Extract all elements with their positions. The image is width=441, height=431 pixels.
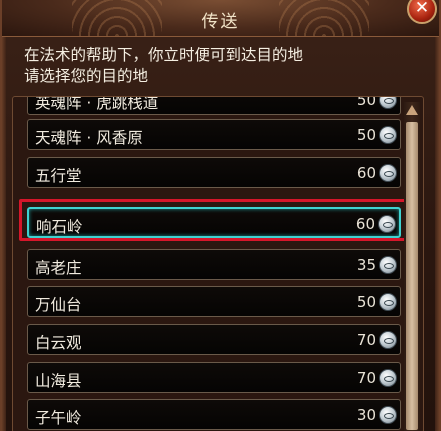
destination-name: 响石岭 — [36, 218, 83, 236]
destination-price: 50 — [356, 126, 376, 144]
intro-line-2: 请选择您的目的地 — [24, 67, 149, 85]
destination-price: 50 — [356, 96, 376, 109]
destination-name: 五行堂 — [35, 167, 82, 185]
destination-row[interactable]: 英魂阵 · 虎跳栈道 50 — [27, 96, 401, 115]
list-scrollbar[interactable] — [404, 102, 420, 431]
destination-row[interactable]: 山海县 70 — [27, 362, 401, 393]
destination-row[interactable]: 天魂阵 · 风香原 50 — [27, 119, 401, 150]
destination-price: 70 — [356, 369, 376, 387]
window-left-border — [2, 0, 6, 431]
silver-coin-icon — [379, 97, 397, 109]
destination-price: 60 — [356, 164, 376, 182]
title-bar: 传送 ✕ — [2, 0, 439, 37]
destination-list: 英魂阵 · 虎跳栈道 50 天魂阵 · 风香原 50 五行堂 60 响石岭 60… — [12, 96, 424, 431]
intro-text: 在法术的帮助下，你立时便可到达目的地 请选择您的目的地 — [24, 45, 303, 87]
destination-price: 35 — [356, 256, 376, 274]
destination-price: 60 — [355, 215, 375, 233]
intro-line-1: 在法术的帮助下，你立时便可到达目的地 — [24, 46, 304, 64]
destination-name: 英魂阵 · 虎跳栈道 — [35, 96, 159, 112]
destination-name: 高老庄 — [35, 259, 82, 277]
destination-name: 万仙台 — [35, 296, 82, 314]
destination-row[interactable]: 白云观 70 — [27, 324, 401, 355]
silver-coin-icon — [379, 126, 397, 144]
destination-name: 山海县 — [35, 372, 82, 390]
scroll-thumb[interactable] — [406, 122, 418, 430]
destination-row[interactable]: 五行堂 60 — [27, 157, 401, 188]
close-x-icon: ✕ — [414, 0, 430, 18]
destination-price: 30 — [356, 406, 376, 424]
destination-name: 子午岭 — [35, 409, 82, 427]
silver-coin-icon — [379, 293, 397, 311]
destination-name: 天魂阵 · 风香原 — [35, 129, 143, 147]
destination-name: 白云观 — [35, 334, 82, 352]
silver-coin-icon — [378, 215, 396, 233]
scroll-up-arrow-icon[interactable] — [406, 105, 418, 115]
destination-row[interactable]: 万仙台 50 — [27, 286, 401, 317]
window-title: 传送 — [201, 12, 240, 32]
silver-coin-icon — [379, 256, 397, 274]
silver-coin-icon — [379, 331, 397, 349]
silver-coin-icon — [379, 164, 397, 182]
teleport-window: 传送 ✕ 在法术的帮助下，你立时便可到达目的地 请选择您的目的地 英魂阵 · 虎… — [0, 0, 441, 431]
destination-row-selected[interactable]: 响石岭 60 — [27, 207, 401, 238]
destination-price: 50 — [356, 293, 376, 311]
silver-coin-icon — [379, 406, 397, 424]
destination-row[interactable]: 子午岭 30 — [27, 399, 401, 430]
destination-price: 70 — [356, 331, 376, 349]
destination-row[interactable]: 高老庄 35 — [27, 249, 401, 280]
silver-coin-icon — [379, 369, 397, 387]
window-right-border — [435, 0, 439, 431]
